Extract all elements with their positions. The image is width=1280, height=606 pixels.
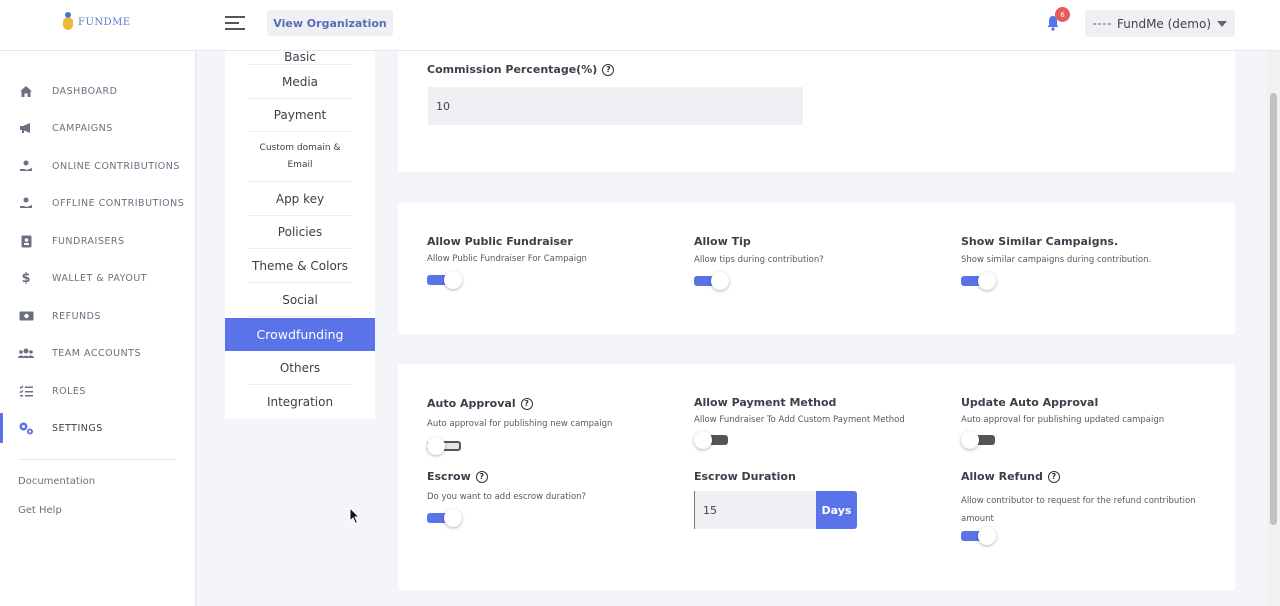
logo-text: FUNDME: [78, 16, 131, 28]
home-icon: [18, 83, 34, 99]
submenu-item-integration[interactable]: Integration: [248, 385, 352, 418]
commission-label-text: Commission Percentage(%): [427, 63, 598, 76]
allow-tip-label: Allow Tip: [694, 235, 751, 248]
escrow-duration-input[interactable]: 15: [694, 491, 816, 529]
allow-public-fundraiser-label: Allow Public Fundraiser: [427, 235, 573, 248]
gears-icon: [18, 420, 34, 436]
submenu-item-crowdfunding[interactable]: Crowdfunding: [225, 318, 375, 351]
submenu-item-app-key[interactable]: App key: [248, 182, 352, 216]
escrow-label: Escrow ?: [427, 470, 488, 483]
sidebar-item-fundraisers[interactable]: FUNDRAISERS: [0, 226, 195, 256]
sidebar-item-campaigns[interactable]: CAMPAIGNS: [0, 113, 195, 143]
notification-badge: 6: [1055, 7, 1070, 22]
allow-tip-description: Allow tips during contribution?: [694, 255, 824, 265]
commission-label: Commission Percentage(%) ?: [427, 63, 615, 76]
logo[interactable]: FUNDME: [62, 12, 131, 32]
sidebar-item-label: ONLINE CONTRIBUTIONS: [52, 160, 180, 172]
documentation-link[interactable]: Documentation: [18, 476, 95, 487]
sidebar-item-roles[interactable]: ROLES: [0, 376, 195, 406]
help-icon[interactable]: ?: [475, 470, 488, 483]
auto-approval-description: Auto approval for publishing new campaig…: [427, 419, 613, 429]
sidebar-item-label: OFFLINE CONTRIBUTIONS: [52, 197, 185, 209]
submenu-item-others[interactable]: Others: [248, 352, 352, 385]
escrow-duration-label: Escrow Duration: [694, 470, 796, 483]
sidebar-item-wallet-payout[interactable]: $ WALLET & PAYOUT: [0, 263, 195, 293]
menu-toggle-icon[interactable]: [225, 15, 245, 31]
sidebar-item-label: REFUNDS: [52, 310, 101, 322]
org-name: FundMe (demo): [1117, 16, 1212, 31]
organization-selector[interactable]: FundMe (demo): [1085, 10, 1235, 37]
submenu-item-social[interactable]: Social: [248, 283, 352, 317]
sidebar-item-label: SETTINGS: [52, 422, 103, 434]
escrow-description: Do you want to add escrow duration?: [427, 492, 587, 502]
auto-approval-label: Auto Approval ?: [427, 397, 533, 410]
sidebar-item-settings[interactable]: SETTINGS: [0, 413, 195, 443]
sidebar-item-label: ROLES: [52, 385, 86, 397]
page-scrollbar[interactable]: [1267, 51, 1280, 606]
auto-approval-label-text: Auto Approval: [427, 397, 516, 410]
view-organization-button[interactable]: View Organization: [267, 10, 393, 36]
update-auto-approval-label: Update Auto Approval: [961, 396, 1099, 409]
submenu-item-policies[interactable]: Policies: [248, 216, 352, 249]
allow-payment-method-toggle[interactable]: [694, 430, 730, 450]
update-auto-approval-description: Auto approval for publishing updated cam…: [961, 415, 1165, 425]
scrollbar-thumb[interactable]: [1270, 93, 1277, 525]
users-icon: [18, 345, 34, 361]
sidebar-divider: [18, 459, 176, 460]
show-similar-campaigns-label: Show Similar Campaigns.: [961, 235, 1119, 248]
escrow-label-text: Escrow: [427, 470, 471, 483]
get-help-link[interactable]: Get Help: [18, 505, 62, 516]
megaphone-icon: [18, 120, 34, 136]
help-icon[interactable]: ?: [520, 397, 533, 410]
settings-submenu: Basic Media Payment Custom domain & Emai…: [225, 50, 375, 419]
org-avatar: [1093, 19, 1111, 29]
allow-payment-method-description: Allow Fundraiser To Add Custom Payment M…: [694, 415, 905, 425]
chevron-down-icon: [1217, 21, 1227, 27]
help-icon[interactable]: ?: [1047, 470, 1060, 483]
show-similar-campaigns-toggle[interactable]: [961, 271, 997, 291]
submenu-item-theme-colors[interactable]: Theme & Colors: [248, 249, 352, 283]
submenu-item-payment[interactable]: Payment: [248, 99, 352, 132]
sidebar-item-refunds[interactable]: REFUNDS: [0, 301, 195, 331]
escrow-toggle[interactable]: [427, 508, 463, 528]
list-check-icon: [18, 383, 34, 399]
mouse-cursor-icon: [349, 507, 361, 525]
show-similar-campaigns-description: Show similar campaigns during contributi…: [961, 255, 1152, 265]
fundraiser-options-card: [398, 203, 1235, 334]
id-badge-icon: [18, 233, 34, 249]
auto-approval-toggle[interactable]: [427, 436, 463, 456]
allow-refund-toggle[interactable]: [961, 526, 997, 546]
update-auto-approval-toggle[interactable]: [961, 430, 997, 450]
sidebar-item-offline-contributions[interactable]: OFFLINE CONTRIBUTIONS: [0, 188, 195, 218]
sidebar-item-label: TEAM ACCOUNTS: [52, 347, 141, 359]
sidebar-item-dashboard[interactable]: DASHBOARD: [0, 76, 195, 106]
allow-public-fundraiser-toggle[interactable]: [427, 270, 463, 290]
allow-refund-label: Allow Refund ?: [961, 470, 1060, 483]
sidebar: DASHBOARD CAMPAIGNS ONLINE CONTRIBUTIONS…: [0, 51, 196, 606]
commission-input[interactable]: 10: [428, 87, 803, 125]
allow-refund-description: Allow contributor to request for the ref…: [961, 496, 1196, 524]
top-bar: FUNDME View Organization 6 FundMe (demo): [0, 0, 1280, 51]
allow-payment-method-label: Allow Payment Method: [694, 396, 837, 409]
submenu-item-custom-domain[interactable]: Custom domain & Email: [248, 132, 352, 182]
allow-tip-toggle[interactable]: [694, 271, 730, 291]
submenu-item-media[interactable]: Media: [248, 65, 352, 99]
allow-public-fundraiser-description: Allow Public Fundraiser For Campaign: [427, 254, 587, 264]
submenu-item-basic[interactable]: Basic: [248, 43, 352, 65]
sidebar-item-team-accounts[interactable]: TEAM ACCOUNTS: [0, 338, 195, 368]
hand-coin-icon: [18, 195, 34, 211]
hand-coin-icon: [18, 158, 34, 174]
money-bill-icon: [18, 308, 34, 324]
sidebar-item-label: CAMPAIGNS: [52, 122, 113, 134]
logo-icon: [62, 12, 74, 32]
help-icon[interactable]: ?: [602, 63, 615, 76]
sidebar-item-online-contributions[interactable]: ONLINE CONTRIBUTIONS: [0, 151, 195, 181]
sidebar-item-label: FUNDRAISERS: [52, 235, 125, 247]
dollar-icon: $: [21, 270, 31, 286]
sidebar-item-label: DASHBOARD: [52, 85, 118, 97]
allow-refund-label-text: Allow Refund: [961, 470, 1043, 483]
sidebar-item-label: WALLET & PAYOUT: [52, 272, 148, 284]
days-unit-addon: Days: [816, 491, 857, 529]
